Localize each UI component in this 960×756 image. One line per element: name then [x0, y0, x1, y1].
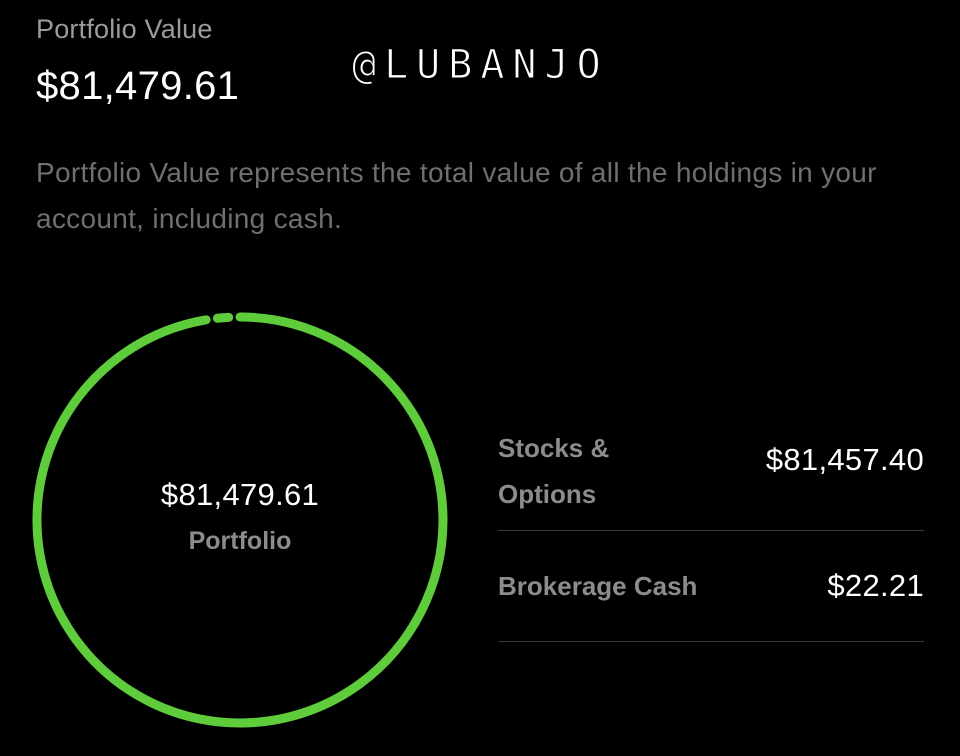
donut-center-label: Portfolio: [188, 526, 292, 555]
watermark-handle: @LUBANJO: [352, 42, 609, 89]
donut-center-value: $81,479.61: [160, 476, 320, 512]
breakdown-label: Stocks & Options: [498, 433, 610, 509]
portfolio-donut-chart: $81,479.61 Portfolio: [30, 310, 450, 730]
breakdown-row-brokerage-cash[interactable]: Brokerage Cash $22.21: [498, 531, 924, 642]
breakdown-row-stocks-options[interactable]: Stocks & Options $81,457.40: [498, 418, 924, 531]
holdings-breakdown: Stocks & Options $81,457.40 Brokerage Ca…: [498, 418, 924, 642]
donut-center: $81,479.61 Portfolio: [30, 310, 450, 730]
portfolio-description: Portfolio Value represents the total val…: [36, 157, 877, 234]
breakdown-label: Brokerage Cash: [498, 571, 698, 601]
portfolio-value-amount: $81,479.61: [36, 64, 240, 108]
breakdown-value: $22.21: [827, 568, 924, 603]
breakdown-value: $81,457.40: [765, 442, 924, 477]
portfolio-value-label: Portfolio Value: [36, 14, 213, 44]
